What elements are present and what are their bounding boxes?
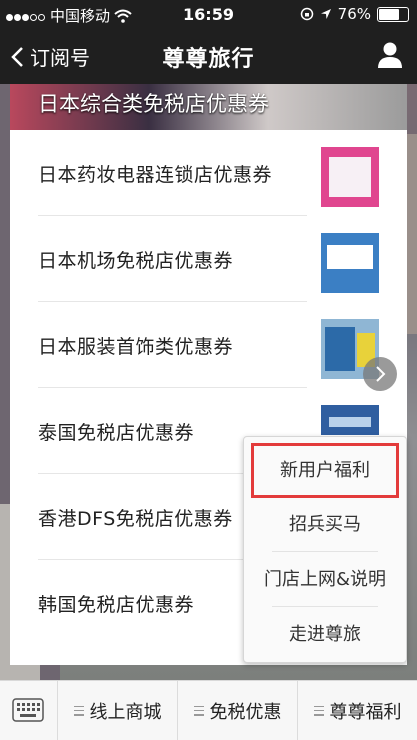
tab-benefits[interactable]: 尊尊福利 (298, 681, 417, 740)
menu-item-label: 门店上网&说明 (263, 569, 387, 590)
battery-icon (377, 6, 409, 22)
top-banner[interactable]: 日本综合类免税店优惠券 (10, 84, 407, 130)
status-bar: 中国移动 16:59 76% (0, 0, 417, 28)
coupon-label: 日本机场免税店优惠券 (38, 250, 234, 272)
coupon-thumbnail (321, 405, 379, 435)
tab-label: 线上商城 (89, 701, 162, 723)
page-title: 尊尊旅行 (162, 47, 255, 72)
lock-rotation-icon (300, 7, 313, 21)
tab-label: 免税优惠 (209, 701, 282, 723)
navigation-bar: 订阅号 尊尊旅行 (0, 28, 417, 84)
location-icon (320, 9, 331, 19)
menu-item-new-user-benefits[interactable]: 新用户福利 (251, 443, 399, 498)
coupon-label: 泰国免税店优惠券 (38, 422, 195, 444)
coupon-label: 日本服装首饰类优惠券 (38, 336, 234, 358)
menu-icon (313, 705, 324, 716)
menu-item-store-wifi[interactable]: 门店上网&说明 (258, 552, 392, 607)
coupon-label: 韩国免税店优惠券 (38, 594, 195, 616)
chevron-right-icon (376, 366, 386, 382)
tab-label: 尊尊福利 (329, 701, 402, 723)
menu-item-label: 新用户福利 (280, 460, 370, 481)
menu-icon (193, 705, 204, 716)
coupon-item[interactable]: 日本机场免税店优惠券 (10, 216, 407, 302)
coupon-label: 日本药妆电器连锁店优惠券 (38, 164, 273, 186)
menu-icon (73, 705, 84, 716)
coupon-label: 香港DFS免税店优惠券 (38, 508, 233, 530)
coupon-item[interactable]: 日本药妆电器连锁店优惠券 (10, 130, 407, 216)
keyboard-toggle-button[interactable] (0, 681, 58, 740)
person-icon[interactable] (375, 40, 405, 70)
submenu-popup: 新用户福利 招兵买马 门店上网&说明 走进尊旅 (243, 436, 407, 663)
keyboard-icon (12, 698, 44, 722)
menu-item-recruitment[interactable]: 招兵买马 (258, 497, 392, 552)
bottom-menu-bar: 线上商城 免税优惠 尊尊福利 (0, 680, 417, 740)
coupon-thumbnail (321, 147, 379, 207)
coupon-thumbnail (321, 233, 379, 293)
banner-title: 日本综合类免税店优惠券 (38, 92, 269, 116)
status-right: 76% (300, 5, 409, 23)
coupon-item[interactable]: 日本服装首饰类优惠券 (10, 302, 407, 388)
tab-online-mall[interactable]: 线上商城 (58, 681, 178, 740)
menu-item-label: 招兵买马 (289, 514, 361, 535)
menu-item-label: 走进尊旅 (289, 624, 361, 645)
tab-duty-free[interactable]: 免税优惠 (178, 681, 298, 740)
menu-item-about[interactable]: 走进尊旅 (258, 607, 392, 662)
battery-percent: 76% (337, 5, 371, 23)
next-arrow-button[interactable] (363, 357, 397, 391)
